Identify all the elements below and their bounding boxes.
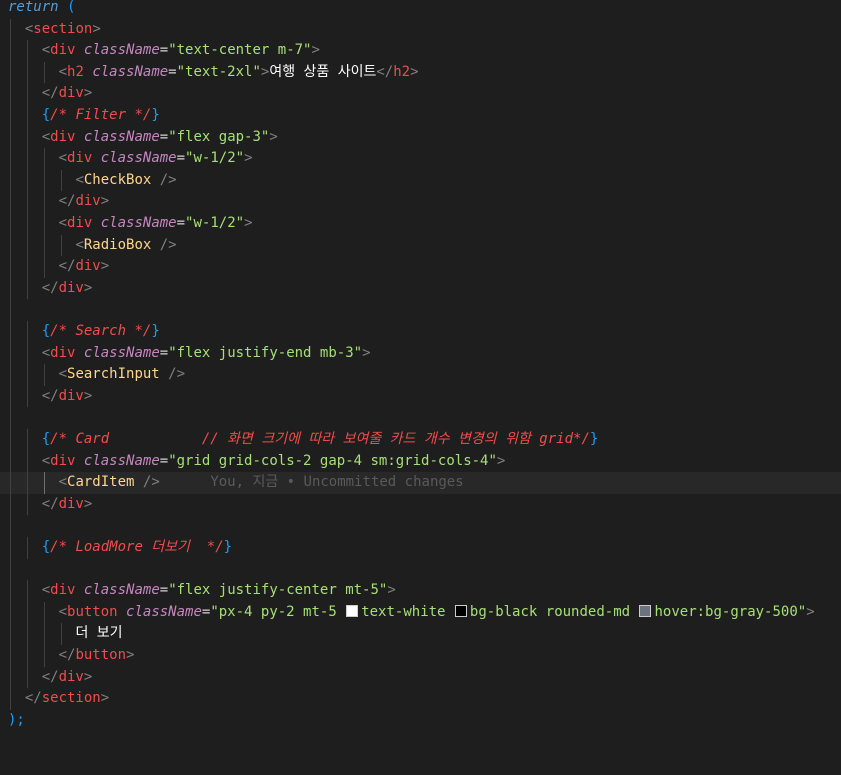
comment: /* Search */ <box>50 323 152 339</box>
comment: /* Filter */ <box>50 107 152 123</box>
tag-name: div <box>58 85 84 102</box>
color-swatch-black[interactable] <box>454 604 467 617</box>
code-line: <RadioBox /> <box>0 234 841 257</box>
code-line: </div> <box>0 256 841 278</box>
code-line: {/* LoadMore 더보기 */} <box>0 537 841 559</box>
code-line: <div className="flex justify-end mb-3"> <box>0 342 841 365</box>
code-line: <div className="grid grid-cols-2 gap-4 s… <box>0 450 841 473</box>
tag-name: div <box>50 452 76 469</box>
code-line <box>0 558 841 581</box>
component-name: RadioBox <box>83 236 152 253</box>
code-line: <div className="flex justify-center mt-5… <box>0 580 841 602</box>
code-line: 더 보기 <box>0 623 841 645</box>
code-line: <CheckBox /> <box>0 169 841 192</box>
attribute-name: className <box>83 582 160 599</box>
code-line: </button> <box>0 645 841 667</box>
comment: /* Card // 화면 크기에 따라 보여줄 카드 개수 변경의 위함 gr… <box>50 431 590 447</box>
attribute-name: className <box>100 150 177 167</box>
code-line <box>0 299 841 321</box>
attribute-name: className <box>126 603 202 620</box>
color-swatch-gray[interactable] <box>639 604 652 617</box>
tag-name: div <box>58 495 84 512</box>
tag-name: div <box>50 128 76 145</box>
code-line: {/* Search */} <box>0 321 841 343</box>
code-line: <div className="flex gap-3"> <box>0 126 841 149</box>
code-line: </div> <box>0 83 841 105</box>
code-line: {/* Card // 화면 크기에 따라 보여줄 카드 개수 변경의 위함 g… <box>0 429 841 451</box>
attribute-value: "grid grid-cols-2 gap-4 sm:grid-cols-4" <box>168 452 497 469</box>
code-line: <h2 className="text-2xl">여행 상품 사이트</h2> <box>0 61 841 84</box>
attribute-name: className <box>83 42 160 59</box>
attribute-value: "px-4 py-2 mt-5 <box>210 603 346 620</box>
tag-name: div <box>58 668 84 685</box>
code-line: <SearchInput /> <box>0 364 841 386</box>
tag-name: section <box>41 690 101 707</box>
tag-name: div <box>50 582 76 599</box>
paren: ( <box>67 0 76 15</box>
tag-name: div <box>75 258 101 275</box>
tag-name: button <box>75 647 127 663</box>
attribute-value: "w-1/2" <box>185 215 245 231</box>
attribute-name: className <box>83 128 160 145</box>
heading-text: 여행 상품 사이트 <box>269 63 377 80</box>
code-editor[interactable]: return ( <section> <div className="text-… <box>0 0 841 737</box>
attribute-value: bg-black rounded-md <box>469 603 639 620</box>
attribute-value: "w-1/2" <box>185 150 245 167</box>
code-line: </section> <box>0 688 841 710</box>
tag-name: div <box>67 150 93 167</box>
paren: ); <box>8 711 25 728</box>
comment: /* LoadMore 더보기 */ <box>50 539 224 555</box>
component-name: CardItem <box>67 474 135 491</box>
tag-name: button <box>67 603 118 620</box>
button-text: 더 보기 <box>75 625 123 642</box>
tag-name: h2 <box>67 63 84 80</box>
tag-name: h2 <box>393 63 411 80</box>
attribute-value: text-white <box>361 603 454 620</box>
code-line: </div> <box>0 385 841 408</box>
keyword: return <box>8 0 59 15</box>
git-blame-annotation: You, 지금 • Uncommitted changes <box>210 474 464 491</box>
attribute-value: "flex justify-center mt-5" <box>168 582 388 599</box>
color-swatch-white[interactable] <box>346 604 359 617</box>
code-line-current[interactable]: <CardItem /> You, 지금 • Uncommitted chang… <box>0 472 841 494</box>
tag-name: section <box>33 20 93 37</box>
code-line: <div className="w-1/2"> <box>0 213 841 235</box>
attribute-value: hover:bg-gray-500" <box>654 603 807 620</box>
code-line: <div className="text-center m-7"> <box>0 40 841 62</box>
attribute-value: "flex gap-3" <box>168 128 270 145</box>
component-name: CheckBox <box>83 171 152 188</box>
code-line: <button className="px-4 py-2 mt-5 text-w… <box>0 601 841 624</box>
tag-name: div <box>50 42 76 59</box>
code-line: </div> <box>0 493 841 516</box>
component-name: SearchInput <box>67 366 160 383</box>
code-line <box>0 407 841 429</box>
code-line: <div className="w-1/2"> <box>0 148 841 170</box>
tag-name: div <box>75 193 101 210</box>
tag-name: div <box>58 387 84 404</box>
attribute-value: "flex justify-end mb-3" <box>168 344 363 361</box>
attribute-name: className <box>100 215 177 231</box>
tag-name: div <box>58 279 84 296</box>
code-line: return ( <box>0 0 841 19</box>
code-line <box>0 515 841 537</box>
code-line: </div> <box>0 191 841 213</box>
attribute-name: className <box>83 344 160 361</box>
tag-name: div <box>50 344 76 361</box>
tag-name: div <box>67 215 93 231</box>
code-line: <section> <box>0 18 841 41</box>
attribute-value: "text-center m-7" <box>168 42 312 59</box>
attribute-name: className <box>92 63 169 80</box>
attribute-name: className <box>83 452 160 469</box>
code-line: {/* Filter */} <box>0 105 841 127</box>
code-line: </div> <box>0 277 841 300</box>
code-line: ); <box>0 710 841 732</box>
code-line: </div> <box>0 666 841 689</box>
attribute-value: "text-2xl" <box>176 63 261 80</box>
